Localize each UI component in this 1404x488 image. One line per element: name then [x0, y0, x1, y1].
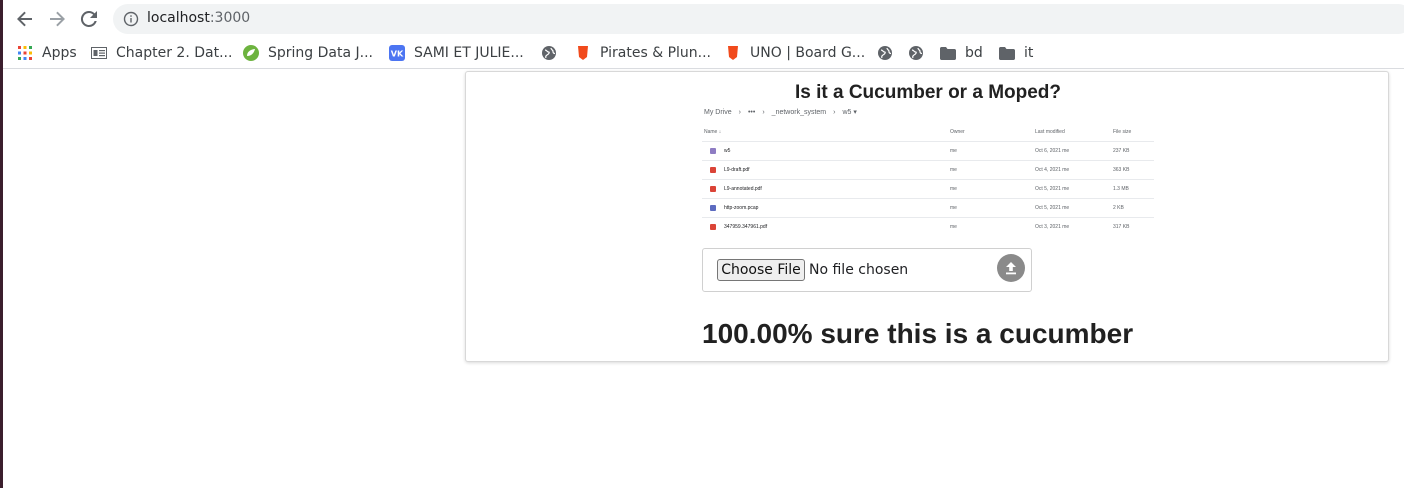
prediction-result: 100.00% sure this is a cucumber [702, 318, 1134, 349]
crumb: _network_system [771, 109, 827, 116]
file-type-icon [710, 205, 716, 211]
reload-icon [80, 10, 97, 27]
file-size: 1.3 MB [1113, 186, 1129, 192]
file-size: 237 KB [1113, 148, 1130, 154]
upload-icon [1006, 262, 1016, 275]
crumb: My Drive [704, 109, 732, 116]
shield-orange-icon [575, 45, 591, 61]
col-header-size: File size [1113, 129, 1132, 135]
bookmark-sami-et-julie[interactable]: VK SAMI ET JULIE... [389, 43, 524, 63]
file-owner: me [950, 186, 957, 192]
bookmark-globe-3[interactable] [908, 43, 933, 63]
file-owner: me [950, 148, 957, 154]
forward-button[interactable] [45, 7, 69, 31]
bookmark-uno-board-game[interactable]: UNO | Board G... [725, 43, 865, 63]
file-name: w5 [724, 148, 731, 154]
address-bar[interactable]: localhost:3000 [113, 4, 1404, 34]
bookmark-globe-2[interactable] [877, 43, 902, 63]
url-host: localhost [147, 10, 210, 26]
bookmark-label: Spring Data J... [268, 45, 373, 61]
spring-leaf-icon [243, 45, 259, 61]
crumb: ••• [747, 109, 756, 116]
file-owner: me [950, 167, 957, 173]
preview-breadcrumb: My Drive › ••• › _network_system › w5 ▾ [704, 108, 864, 116]
browser-toolbar: localhost:3000 [3, 0, 1404, 37]
file-status: No file chosen [809, 262, 909, 278]
url-port: :3000 [209, 10, 251, 26]
file-type-icon [710, 224, 716, 230]
reader-icon [91, 45, 107, 61]
upload-button[interactable] [997, 254, 1025, 282]
bookmark-label: UNO | Board G... [750, 45, 866, 61]
file-name: http-zoom.pcap [724, 205, 759, 211]
back-arrow-icon [17, 11, 32, 27]
file-type-icon [710, 186, 716, 192]
apps-grid-icon [17, 45, 33, 61]
file-row: http-zoom.pcap me Oct 5, 2021 me 2 KB [702, 198, 1154, 217]
url-text: localhost:3000 [147, 10, 250, 26]
bookmark-folder-bd[interactable]: bd [940, 43, 983, 63]
file-modified: Oct 3, 2021 me [1035, 224, 1070, 230]
reload-button[interactable] [77, 7, 101, 31]
file-modified: Oct 5, 2021 me [1035, 205, 1070, 211]
file-type-icon [710, 167, 716, 173]
bookmark-label: Pirates & Plun... [600, 45, 712, 61]
file-type-icon [710, 148, 716, 154]
bookmark-folder-it[interactable]: it [999, 43, 1033, 63]
crumb: › [738, 109, 741, 116]
globe-icon [541, 45, 557, 61]
file-upload-box: Choose File No file chosen [702, 248, 1032, 292]
file-modified: Oct 5, 2021 me [1035, 186, 1070, 192]
vk-icon: VK [389, 45, 405, 61]
file-row: 347959.347961.pdf me Oct 3, 2021 me 317 … [702, 217, 1154, 236]
file-row: L9-annotated.pdf me Oct 5, 2021 me 1.3 M… [702, 179, 1154, 198]
site-info-icon[interactable] [123, 11, 139, 32]
bookmark-spring-data[interactable]: Spring Data J... [243, 43, 373, 63]
folder-icon [940, 45, 956, 61]
col-header-name: Name ↓ [704, 129, 722, 135]
bookmarks-bar: Apps Chapter 2. Dat... Spring Data J... … [3, 37, 1404, 69]
page-title: Is it a Cucumber or a Moped? [794, 82, 1062, 103]
bookmark-label: SAMI ET JULIE... [414, 45, 524, 61]
file-row: L9-draft.pdf me Oct 4, 2021 me 363 KB [702, 160, 1154, 179]
file-modified: Oct 6, 2021 me [1035, 148, 1070, 154]
uploaded-image-preview: My Drive › ••• › _network_system › w5 ▾ Name ↓… [702, 107, 1154, 239]
folder-icon [999, 45, 1015, 61]
file-name: L9-draft.pdf [724, 167, 750, 173]
back-button[interactable] [13, 7, 37, 31]
desktop-edge [0, 0, 3, 488]
file-size: 2 KB [1113, 205, 1124, 211]
bookmark-globe-1[interactable] [541, 43, 566, 63]
col-header-owner: Owner [950, 129, 965, 135]
bookmark-chapter-2[interactable]: Chapter 2. Dat... [91, 43, 232, 63]
crumb: w5 ▾ [842, 109, 857, 116]
file-size: 317 KB [1113, 224, 1130, 230]
svg-text:VK: VK [391, 50, 404, 59]
crumb: › [833, 109, 836, 116]
forward-arrow-icon [50, 11, 65, 27]
bookmark-apps[interactable]: Apps [17, 43, 77, 63]
file-modified: Oct 4, 2021 me [1035, 167, 1070, 173]
file-owner: me [950, 224, 957, 230]
file-owner: me [950, 205, 957, 211]
bookmark-label: Chapter 2. Dat... [116, 45, 233, 61]
bookmark-label: bd [965, 45, 983, 61]
col-header-modified: Last modified [1035, 129, 1065, 135]
shield-orange-icon [725, 45, 741, 61]
bookmark-pirates-plunder[interactable]: Pirates & Plun... [575, 43, 711, 63]
globe-icon [877, 45, 893, 61]
globe-icon [908, 45, 924, 61]
crumb: › [762, 109, 765, 116]
choose-file-button[interactable]: Choose File [717, 259, 805, 281]
file-name: 347959.347961.pdf [724, 224, 768, 230]
classifier-card: Is it a Cucumber or a Moped? My Drive › ••… [465, 71, 1389, 362]
bookmark-label: Apps [42, 45, 77, 61]
bookmark-label: it [1024, 45, 1034, 61]
file-size: 363 KB [1113, 167, 1130, 173]
file-name: L9-annotated.pdf [724, 186, 762, 192]
file-row: w5 me Oct 6, 2021 me 237 KB [702, 141, 1154, 160]
